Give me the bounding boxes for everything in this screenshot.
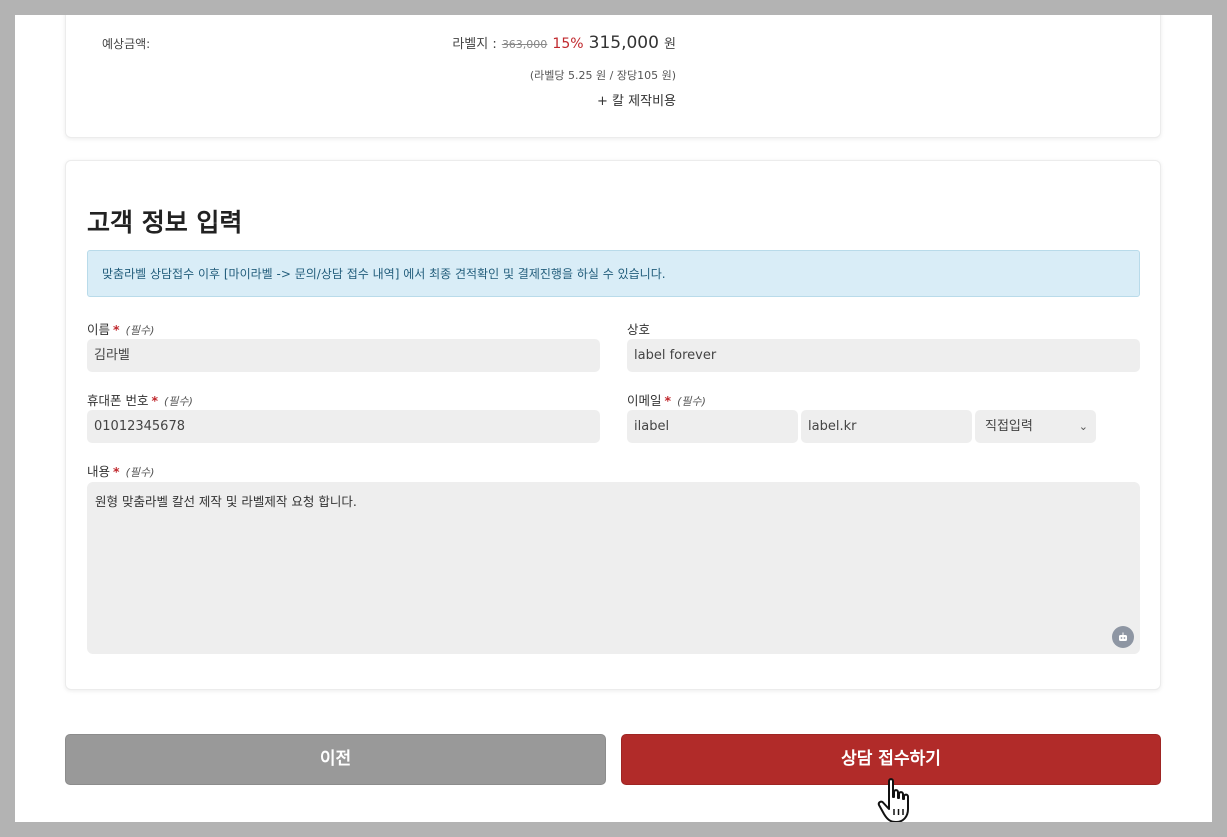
email-local-input[interactable]: ilabel	[627, 410, 798, 443]
name-input[interactable]: 김라벨	[87, 339, 600, 372]
customer-info-card: 고객 정보 입력 맞춤라벨 상담접수 이후 [마이라벨 -> 문의/상담 접수 …	[65, 160, 1161, 690]
email-domain-select-value: 직접입력	[985, 419, 1033, 434]
content-textarea[interactable]: 원형 맞춤라벨 칼선 제작 및 라벨제작 요청 합니다.	[87, 482, 1140, 654]
price-line: 라벨지 : 363,000 15% 315,000 원	[452, 33, 676, 53]
prev-button[interactable]: 이전	[65, 734, 606, 785]
estimate-card: 예상금액: 라벨지 : 363,000 15% 315,000 원 (라벨당 5…	[65, 15, 1161, 138]
required-text: (필수)	[125, 324, 155, 337]
company-label: 상호	[627, 319, 650, 338]
email-label-text: 이메일	[627, 393, 662, 408]
required-mark: *	[113, 464, 120, 479]
phone-label-text: 휴대폰 번호	[87, 393, 149, 408]
email-domain-input[interactable]: label.kr	[801, 410, 972, 443]
chevron-down-icon: ⌄	[1078, 420, 1088, 433]
required-text: (필수)	[164, 395, 193, 408]
company-label-text: 상호	[627, 322, 651, 337]
name-label: 이름 * (필수)	[87, 319, 154, 338]
hand-pointer-icon	[877, 778, 909, 822]
phone-input[interactable]: 01012345678	[87, 410, 600, 443]
phone-label: 휴대폰 번호 * (필수)	[87, 390, 193, 409]
required-text: (필수)	[677, 395, 706, 408]
form-title: 고객 정보 입력	[87, 208, 243, 237]
final-price: 315,000	[588, 33, 659, 53]
name-label-text: 이름	[87, 322, 111, 337]
email-label: 이메일 * (필수)	[627, 390, 706, 409]
price-prefix: 라벨지 :	[452, 37, 497, 52]
required-text: (필수)	[125, 466, 155, 479]
content-label-text: 내용	[87, 464, 111, 479]
content-textarea-text: 원형 맞춤라벨 칼선 제작 및 라벨제작 요청 합니다.	[95, 494, 357, 509]
required-mark: *	[113, 322, 120, 337]
price-detail: (라벨당 5.25 원 / 장당105 원)	[529, 69, 676, 82]
content-label: 내용 * (필수)	[87, 461, 154, 480]
discount-rate: 15%	[552, 36, 584, 52]
page-frame: 예상금액: 라벨지 : 363,000 15% 315,000 원 (라벨당 5…	[15, 15, 1212, 822]
original-price: 363,000	[501, 38, 548, 51]
knife-cost-note: + 칼 제작비용	[597, 94, 676, 109]
estimate-label: 예상금액:	[102, 37, 151, 51]
robot-icon[interactable]	[1112, 626, 1134, 648]
required-mark: *	[151, 393, 159, 408]
company-input[interactable]: label forever	[627, 339, 1140, 372]
info-notice: 맞춤라벨 상담접수 이후 [마이라벨 -> 문의/상담 접수 내역] 에서 최종…	[87, 250, 1140, 297]
currency-unit: 원	[664, 37, 676, 52]
required-mark: *	[664, 393, 672, 408]
email-domain-select[interactable]: 직접입력 ⌄	[975, 410, 1096, 443]
